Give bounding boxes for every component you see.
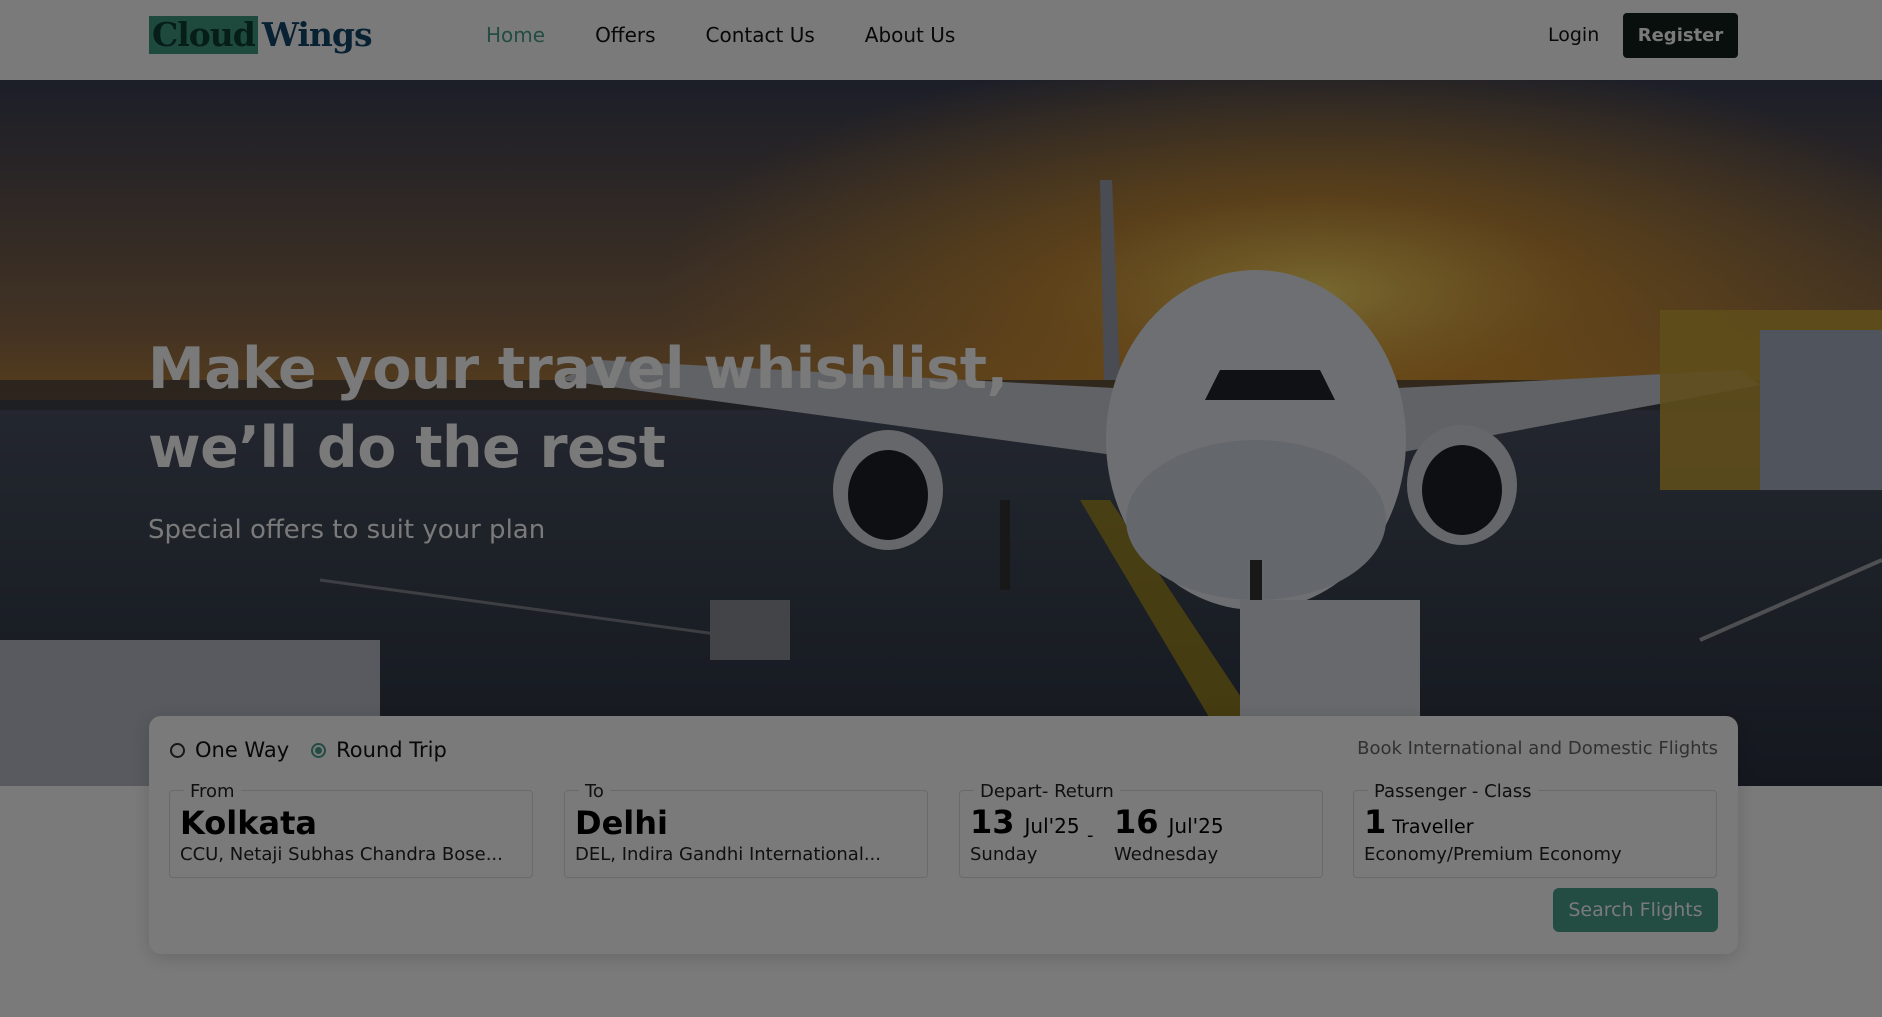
from-field[interactable]: From Kolkata CCU, Netaji Subhas Chandra … — [169, 781, 533, 878]
passenger-count-row: 1 Traveller — [1364, 803, 1474, 841]
hero-title-line2: we’ll do the rest — [148, 415, 666, 481]
hero-text: Make your travel whishlist, we’ll do the… — [148, 330, 1008, 545]
trip-type-selector: One Way Round Trip — [170, 738, 447, 762]
flight-search-card: One Way Round Trip Book International an… — [149, 716, 1738, 954]
depart-return-field[interactable]: Depart- Return 13 Jul'25 Sunday - 16 Jul… — [959, 781, 1323, 878]
depart-month: Jul'25 — [1024, 814, 1080, 838]
login-link[interactable]: Login — [1548, 22, 1599, 48]
dates-legend: Depart- Return — [974, 781, 1120, 802]
trip-round-trip[interactable]: Round Trip — [311, 738, 447, 762]
brand-logo-part1: Cloud — [149, 16, 258, 54]
hero-title-line1: Make your travel whishlist, — [148, 336, 1008, 402]
booking-tagline: Book International and Domestic Flights — [1357, 738, 1718, 759]
round-trip-radio[interactable] — [311, 742, 327, 758]
depart-weekday: Sunday — [970, 844, 1038, 865]
round-trip-label: Round Trip — [336, 738, 447, 762]
main-nav: Home Offers Contact Us About Us — [486, 22, 955, 48]
passenger-count: 1 — [1364, 803, 1387, 841]
return-date: 16 Jul'25 — [1114, 803, 1224, 841]
register-button[interactable]: Register — [1623, 13, 1738, 58]
passenger-label: Traveller — [1392, 816, 1474, 838]
hero-title: Make your travel whishlist, we’ll do the… — [148, 330, 1008, 488]
hero-banner: Make your travel whishlist, we’ll do the… — [0, 80, 1882, 786]
to-city: Delhi — [575, 804, 668, 842]
passenger-class-field[interactable]: Passenger - Class 1 Traveller Economy/Pr… — [1353, 781, 1717, 878]
from-airport: CCU, Netaji Subhas Chandra Bose... — [180, 844, 503, 865]
brand-logo-part2: Wings — [261, 15, 373, 54]
nav-home[interactable]: Home — [486, 22, 545, 48]
search-flights-button[interactable]: Search Flights — [1553, 888, 1718, 932]
date-separator: - — [1087, 825, 1094, 846]
to-legend: To — [579, 781, 610, 802]
from-city: Kolkata — [180, 804, 317, 842]
nav-offers[interactable]: Offers — [595, 22, 655, 48]
one-way-radio[interactable] — [170, 742, 185, 758]
top-navbar: Cloud Wings Home Offers Contact Us About … — [0, 0, 1882, 80]
one-way-label: One Way — [195, 738, 290, 762]
depart-day: 13 — [970, 803, 1015, 841]
to-airport: DEL, Indira Gandhi International... — [575, 844, 881, 865]
passenger-legend: Passenger - Class — [1368, 781, 1538, 802]
return-weekday: Wednesday — [1114, 844, 1219, 865]
brand-logo[interactable]: Cloud Wings — [149, 14, 373, 54]
depart-date: 13 Jul'25 — [970, 803, 1080, 841]
nav-contact-us[interactable]: Contact Us — [706, 22, 815, 48]
nav-about-us[interactable]: About Us — [865, 22, 956, 48]
return-month: Jul'25 — [1168, 814, 1224, 838]
cabin-class: Economy/Premium Economy — [1364, 844, 1622, 865]
return-day: 16 — [1114, 803, 1159, 841]
hero-subtitle: Special offers to suit your plan — [148, 515, 546, 545]
from-legend: From — [184, 781, 241, 802]
trip-one-way[interactable]: One Way — [170, 738, 289, 762]
to-field[interactable]: To Delhi DEL, Indira Gandhi Internationa… — [564, 781, 928, 878]
